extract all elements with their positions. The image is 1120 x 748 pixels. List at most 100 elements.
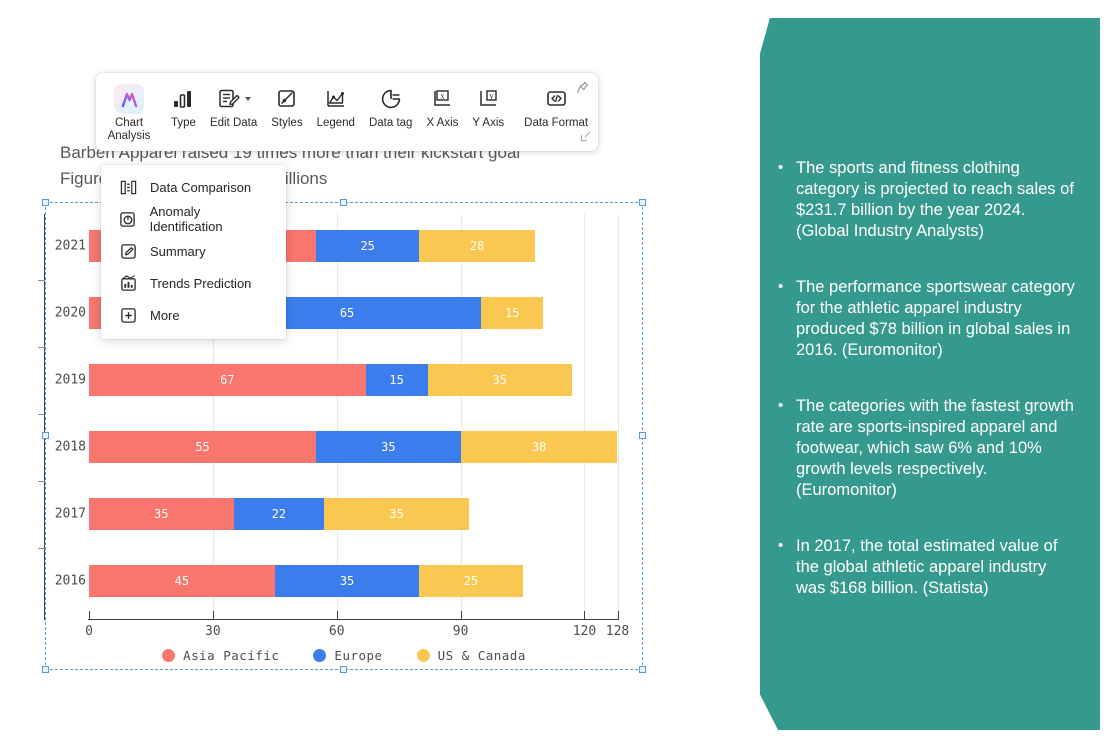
y-axis-tick	[38, 414, 45, 415]
resize-handle-top-right[interactable]	[639, 199, 646, 206]
resize-handle-top-left[interactable]	[42, 199, 49, 206]
menu-item-anomaly-identification[interactable]: Anomaly Identification	[101, 203, 286, 235]
y-axis-tick	[38, 347, 45, 348]
toolbar-label-legend: Legend	[316, 117, 355, 129]
legend-color-swatch	[313, 649, 327, 662]
edit-data-icon	[217, 83, 251, 115]
insight-bullet: The performance sportswear category for …	[778, 276, 1078, 361]
bar-segment[interactable]: 15	[481, 297, 544, 329]
toolbar-item-legend[interactable]: Legend	[310, 78, 362, 147]
menu-item-label: Trends Prediction	[150, 275, 252, 291]
bar-chart-icon	[171, 83, 195, 115]
more-plus-icon	[119, 306, 137, 324]
menu-item-label: Summary	[150, 243, 206, 259]
toolbar-item-y-axis[interactable]: y Y Axis	[465, 78, 511, 147]
resize-handle-middle-right[interactable]	[639, 432, 646, 439]
data-comparison-icon	[119, 178, 137, 196]
resize-handle-bottom-right[interactable]	[639, 666, 646, 673]
bar-segment[interactable]: 38	[460, 431, 618, 463]
legend-item[interactable]: US & Canada	[416, 648, 526, 663]
trends-prediction-icon	[119, 274, 137, 292]
toolbar-label-y-axis: Y Axis	[472, 117, 505, 129]
summary-icon	[119, 242, 137, 260]
bar-segment[interactable]: 25	[316, 230, 420, 262]
y-axis-icon: y	[476, 83, 500, 115]
resize-handle-middle-left[interactable]	[42, 432, 49, 439]
toolbar-item-edit-data[interactable]: Edit Data	[203, 78, 264, 147]
legend-color-swatch	[162, 649, 176, 662]
resize-handle-bottom-left[interactable]	[42, 666, 49, 673]
y-axis-tick-label: 2016	[54, 573, 86, 589]
x-axis-tick-label: 0	[85, 624, 93, 639]
bar-segment[interactable]: 55	[89, 431, 317, 463]
legend-label: Asia Pacific	[183, 648, 280, 663]
x-axis-tick-label: 30	[205, 624, 221, 639]
bar-segment[interactable]: 35	[324, 498, 469, 530]
y-axis-tick-label: 2017	[54, 506, 86, 522]
toolbar-label-edit-data: Edit Data	[209, 117, 258, 129]
toolbar-item-x-axis[interactable]: x X Axis	[419, 78, 465, 147]
legend-item[interactable]: Asia Pacific	[162, 648, 279, 663]
slide-canvas: Barben Apparel raised 19 times more than…	[0, 0, 1120, 748]
insight-bullet: The sports and fitness clothing category…	[778, 157, 1078, 242]
legend-label: Europe	[334, 648, 383, 663]
insight-bullet: In 2017, the total estimated value of th…	[778, 535, 1078, 599]
chart-analysis-icon	[114, 83, 144, 115]
toolbar-label-type: Type	[171, 117, 196, 129]
menu-item-label: Anomaly Identification	[149, 204, 223, 234]
toolbar-label-x-axis: X Axis	[426, 117, 459, 129]
insights-panel: The sports and fitness clothing category…	[760, 18, 1100, 730]
toolbar-item-type[interactable]: Type	[164, 78, 203, 147]
x-axis-tick-label: 128	[605, 624, 630, 639]
bar-segment[interactable]: 35	[274, 565, 420, 597]
bar-segment[interactable]: 67	[89, 364, 366, 396]
y-axis-tick	[38, 280, 45, 281]
x-axis-tick	[89, 611, 90, 620]
gridline	[584, 214, 586, 620]
toolbar-label-data-format: Data Format	[524, 117, 589, 129]
gridline	[336, 214, 338, 620]
menu-item-trends-prediction[interactable]: Trends Prediction	[101, 267, 286, 299]
toolbar-item-styles[interactable]: Styles	[264, 78, 309, 147]
bar-segment[interactable]: 35	[316, 431, 461, 463]
anomaly-identification-icon	[119, 210, 137, 228]
resize-handle-top-center[interactable]	[340, 199, 347, 206]
x-axis-tick-label: 90	[452, 624, 469, 639]
menu-item-data-comparison[interactable]: Data Comparison	[101, 171, 286, 203]
pin-icon[interactable]	[576, 81, 589, 99]
x-axis-tick	[460, 611, 462, 620]
resize-handle-icon[interactable]	[580, 129, 591, 147]
bar-segment[interactable]: 45	[89, 565, 275, 597]
x-axis-tick-label: 120	[572, 624, 597, 639]
bar-segment[interactable]: 35	[427, 364, 573, 396]
toolbar-item-chart-analysis[interactable]: Chart Analysis	[100, 78, 158, 147]
insights-bullet-list: The sports and fitness clothing category…	[778, 157, 1078, 634]
insight-bullet: The categories with the fastest growth r…	[778, 395, 1078, 501]
chart-legend[interactable]: Asia Pacific Europe US & Canada	[45, 648, 643, 663]
bar-segment[interactable]: 28	[419, 230, 535, 262]
toolbar-label-chart-analysis: Chart Analysis	[107, 117, 151, 142]
bar-segment[interactable]: 35	[89, 498, 234, 530]
bar-segment[interactable]: 15	[365, 364, 428, 396]
y-axis-tick-label: 2020	[54, 305, 86, 321]
y-axis-tick	[38, 481, 45, 482]
chart-analysis-dropdown-menu[interactable]: Data Comparison Anomaly Identification Sum…	[101, 165, 286, 339]
legend-item[interactable]: Europe	[313, 648, 382, 663]
x-axis-tick	[336, 611, 338, 620]
menu-item-summary[interactable]: Summary	[101, 235, 286, 267]
toolbar-label-styles: Styles	[271, 117, 303, 129]
legend-icon	[324, 83, 348, 115]
svg-text:y: y	[490, 91, 495, 101]
bar-segment[interactable]: 22	[233, 498, 325, 530]
x-axis-tick-label: 60	[328, 624, 345, 639]
chart-toolbar[interactable]: Chart Analysis Type Edit Data Styles Leg…	[96, 73, 598, 151]
menu-item-label: Data Comparison	[150, 179, 252, 195]
toolbar-item-data-tag[interactable]: Data tag	[362, 78, 419, 147]
data-format-icon	[543, 83, 569, 115]
chevron-down-icon[interactable]	[244, 97, 251, 101]
y-axis-tick-label: 2019	[54, 372, 86, 388]
x-axis-tick	[584, 611, 586, 620]
resize-handle-bottom-center[interactable]	[340, 666, 347, 673]
bar-segment[interactable]: 25	[419, 565, 523, 597]
menu-item-more[interactable]: More	[101, 299, 286, 331]
